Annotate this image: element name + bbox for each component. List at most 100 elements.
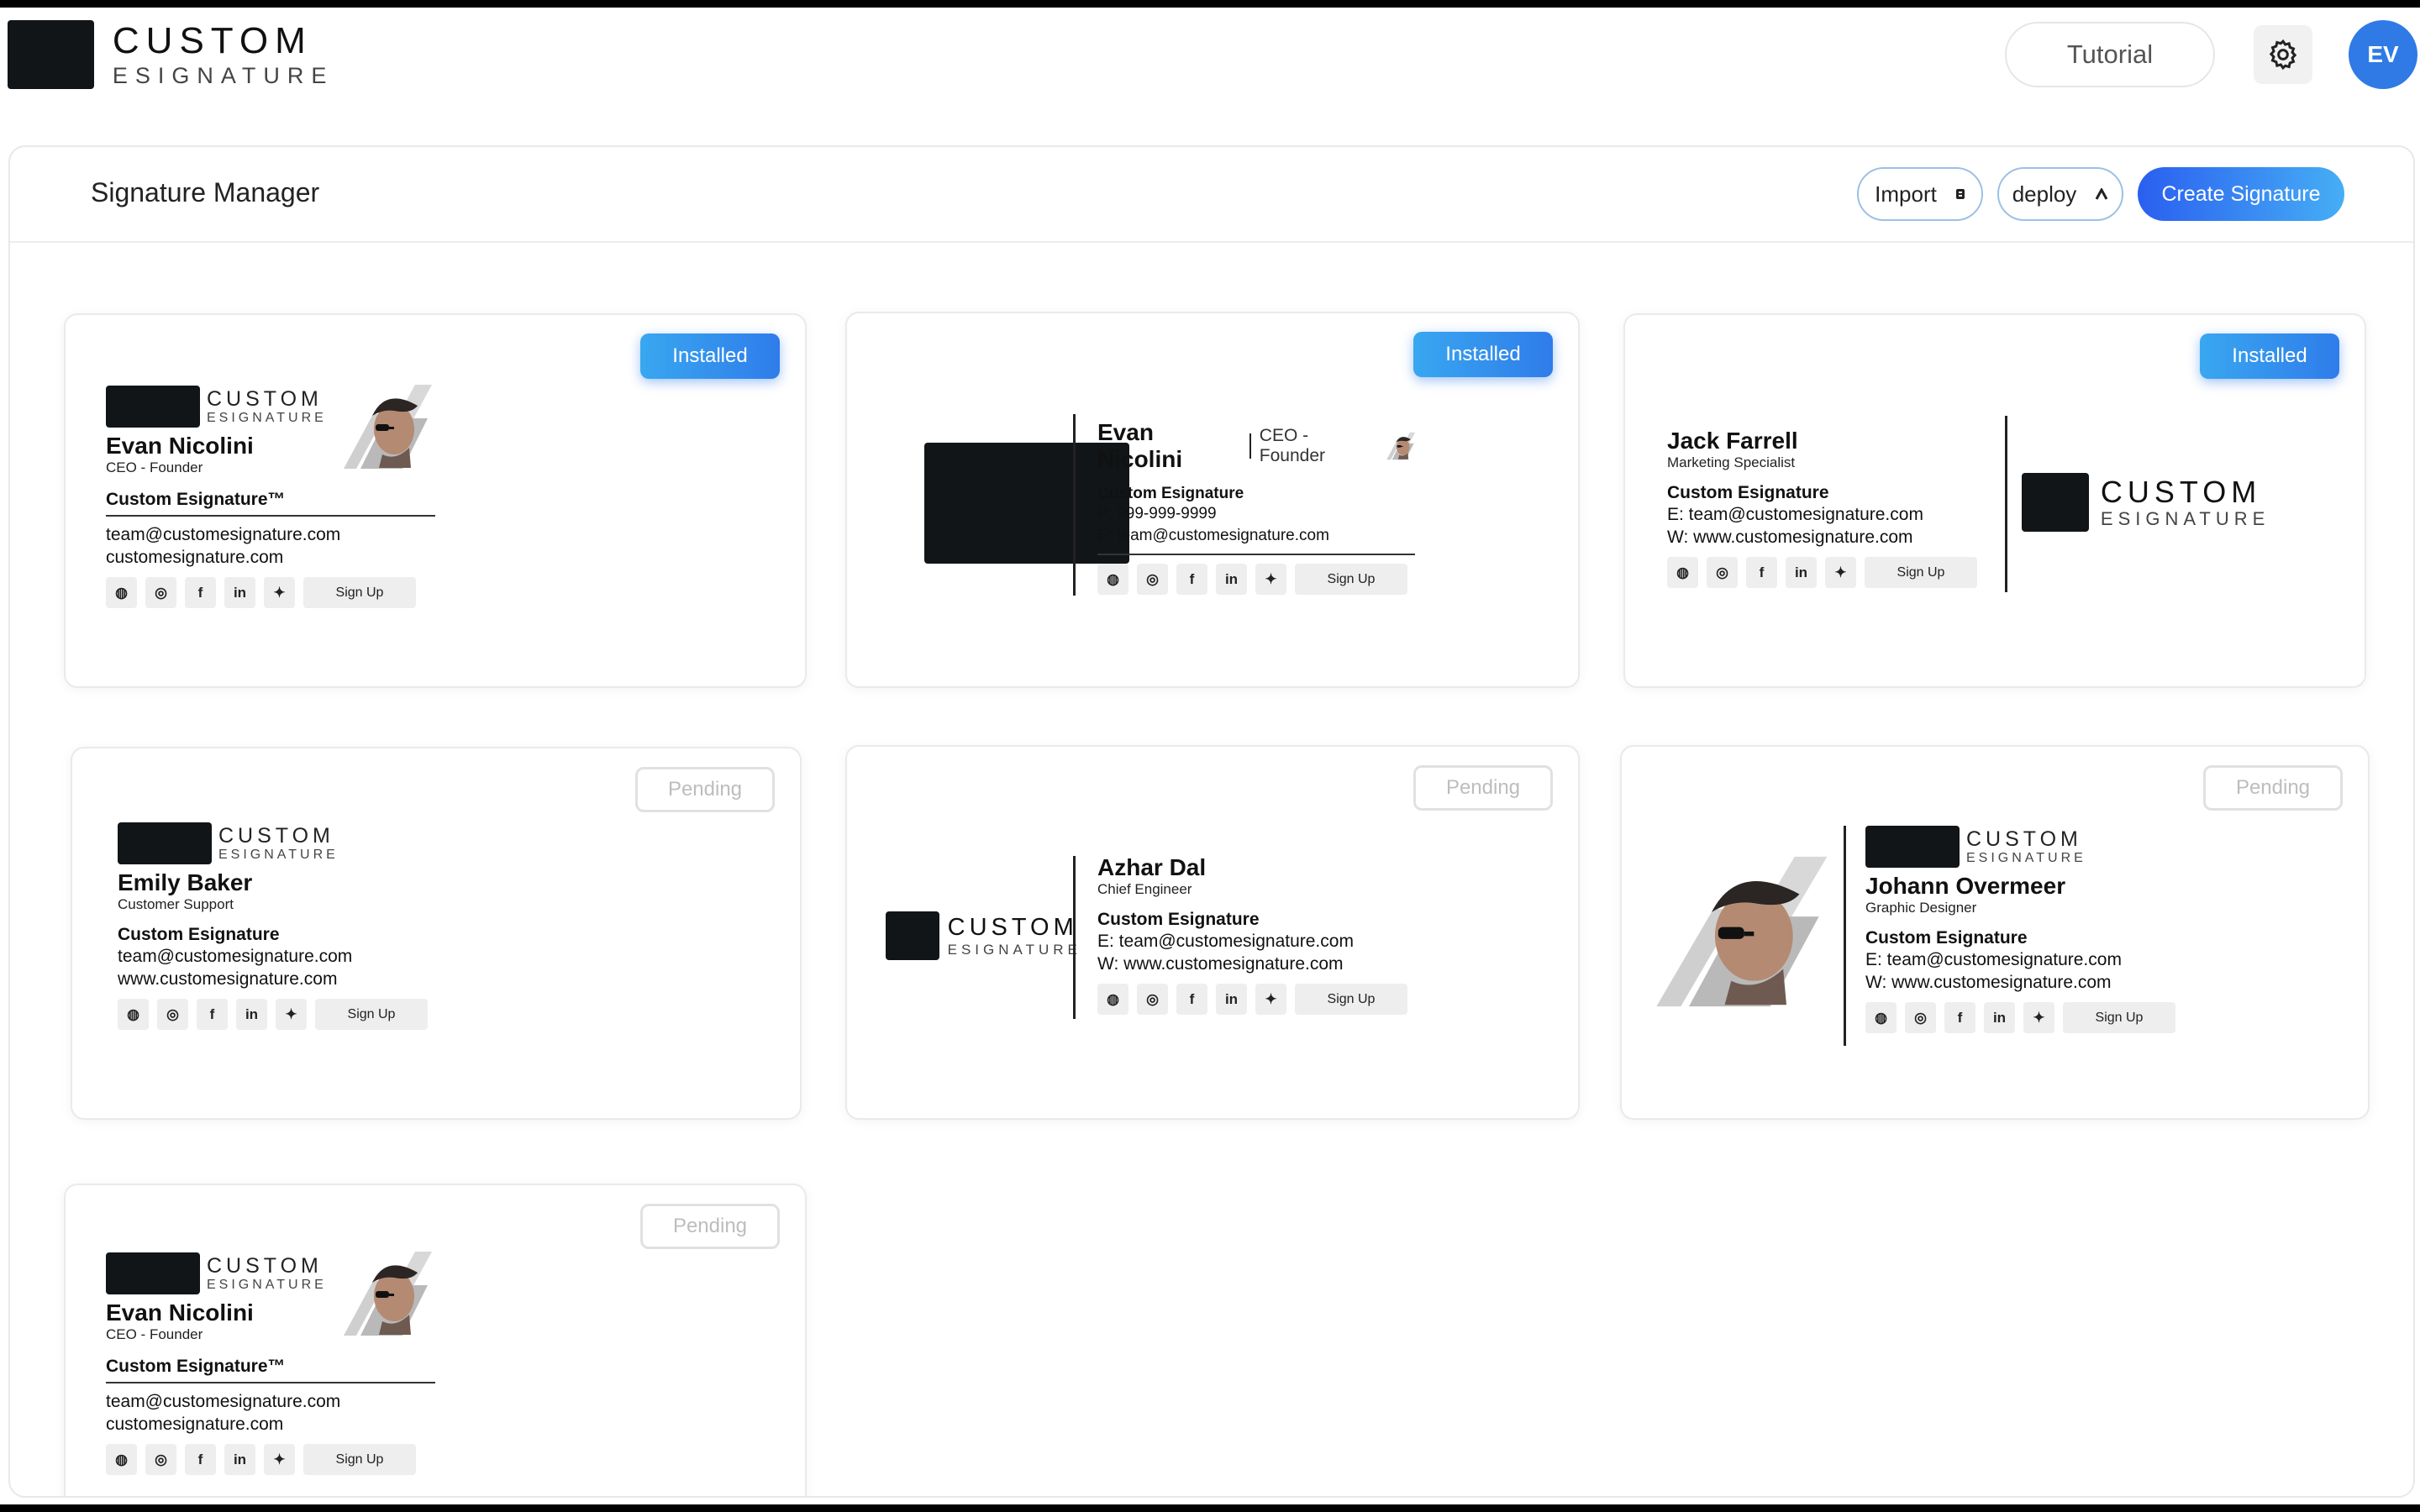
signature-line-1: P: 999-999-9999: [1097, 505, 1217, 522]
facebook-icon[interactable]: f: [197, 999, 228, 1030]
instagram-icon[interactable]: ◎: [1137, 564, 1168, 595]
social-links: ◍ ◎ f in ✦ Sign Up: [1865, 1002, 2202, 1033]
twitter-icon[interactable]: ✦: [264, 1444, 295, 1475]
sign-up-button[interactable]: Sign Up: [1295, 564, 1407, 595]
panel-header: Signature Manager Import deploy Create S…: [10, 147, 2413, 243]
signature-line-1: E: team@customesignature.com: [1667, 505, 1923, 524]
divider: [1097, 554, 1415, 555]
globe-icon[interactable]: ◍: [106, 577, 137, 608]
logo-text-custom: CUSTOM: [112, 19, 313, 61]
logo-mark-icon: [106, 386, 200, 428]
import-button[interactable]: Import: [1857, 167, 1983, 221]
page-title: Signature Manager: [91, 177, 320, 207]
instagram-icon[interactable]: ◎: [157, 999, 188, 1030]
twitter-icon[interactable]: ✦: [1255, 984, 1286, 1015]
logo-text-custom: CUSTOM: [1966, 827, 2082, 851]
instagram-icon[interactable]: ◎: [145, 577, 176, 608]
linkedin-icon[interactable]: in: [1984, 1002, 2015, 1033]
signature-card[interactable]: Installed Jack Farrell Marketing Special…: [1623, 313, 2366, 688]
divider: [1844, 826, 1846, 1046]
twitter-icon[interactable]: ✦: [1255, 564, 1286, 595]
social-links: ◍ ◎ f in ✦ Sign Up: [106, 577, 442, 608]
linkedin-icon[interactable]: in: [224, 1444, 255, 1475]
user-avatar[interactable]: EV: [2349, 20, 2417, 89]
signature-line-2: E: team@customesignature.com: [1097, 527, 1329, 544]
status-badge: Installed: [640, 333, 780, 379]
linkedin-icon[interactable]: in: [224, 577, 255, 608]
divider: [1073, 856, 1076, 1019]
signature-company: Custom Esignature™: [106, 1357, 286, 1376]
instagram-icon[interactable]: ◎: [1707, 557, 1738, 588]
app-logo[interactable]: CUSTOM ESIGNATURE: [8, 20, 326, 89]
facebook-icon[interactable]: f: [1746, 557, 1777, 588]
import-icon: [1955, 189, 1965, 199]
signature-card[interactable]: Installed Evan Nicolini CEO - Founder Cu…: [845, 312, 1580, 688]
signature-line-1: team@customesignature.com: [106, 525, 341, 544]
globe-icon[interactable]: ◍: [1097, 984, 1128, 1015]
linkedin-icon[interactable]: in: [1216, 984, 1247, 1015]
deploy-button[interactable]: deploy: [1997, 167, 2123, 221]
facebook-icon[interactable]: f: [185, 577, 216, 608]
signature-manager-panel: Signature Manager Import deploy Create S…: [8, 145, 2415, 1498]
globe-icon[interactable]: ◍: [1667, 557, 1698, 588]
facebook-icon[interactable]: f: [1176, 984, 1207, 1015]
signature-logo: CUSTOM ESIGNATURE: [1865, 826, 2202, 868]
signature-company: Custom Esignature: [118, 925, 280, 944]
logo-text-esignature: ESIGNATURE: [947, 941, 1081, 958]
divider: [1073, 414, 1076, 596]
linkedin-icon[interactable]: in: [1216, 564, 1247, 595]
instagram-icon[interactable]: ◎: [1137, 984, 1168, 1015]
signature-card[interactable]: Pending CUSTOM ESIGNATURE Azhar Dal Chief…: [845, 745, 1580, 1120]
sign-up-button[interactable]: Sign Up: [2063, 1002, 2175, 1033]
logo-mark-icon: [118, 822, 212, 864]
signature-card[interactable]: Pending CUSTOM ESIGNATURE Evan Nicolini C…: [64, 1184, 807, 1496]
globe-icon[interactable]: ◍: [1865, 1002, 1897, 1033]
linkedin-icon[interactable]: in: [236, 999, 267, 1030]
signature-card[interactable]: Pending CUSTOM ESIGNATURE Emily Baker Cus…: [71, 747, 802, 1120]
create-signature-button[interactable]: Create Signature: [2138, 167, 2344, 221]
deploy-label: deploy: [2012, 181, 2077, 207]
signature-role: Chief Engineer: [1097, 881, 1192, 897]
sign-up-button[interactable]: Sign Up: [1295, 984, 1407, 1015]
linkedin-icon[interactable]: in: [1786, 557, 1817, 588]
globe-icon[interactable]: ◍: [118, 999, 149, 1030]
signature-card[interactable]: Installed CUSTOM ESIGNATURE Evan Nicolini…: [64, 313, 807, 688]
facebook-icon[interactable]: f: [1176, 564, 1207, 595]
sign-up-button[interactable]: Sign Up: [1865, 557, 1977, 588]
sign-up-button[interactable]: Sign Up: [315, 999, 428, 1030]
signature-company: Custom Esignature: [1097, 485, 1244, 502]
logo-text-custom: CUSTOM: [2100, 474, 2262, 509]
profile-photo: [334, 1247, 437, 1340]
facebook-icon[interactable]: f: [1944, 1002, 1975, 1033]
social-links: ◍ ◎ f in ✦ Sign Up: [1097, 984, 1417, 1015]
status-badge: Installed: [1413, 332, 1553, 377]
chevron-up-icon: [2095, 188, 2108, 200]
facebook-icon[interactable]: f: [185, 1444, 216, 1475]
logo-text-custom: CUSTOM: [207, 1253, 323, 1278]
social-links: ◍ ◎ f in ✦ Sign Up: [1667, 557, 1986, 588]
signature-role: Graphic Designer: [1865, 900, 1977, 916]
signature-name: Evan Nicolini: [1097, 419, 1183, 472]
sign-up-button[interactable]: Sign Up: [303, 577, 416, 608]
divider: [2005, 416, 2007, 592]
instagram-icon[interactable]: ◎: [1905, 1002, 1936, 1033]
twitter-icon[interactable]: ✦: [2023, 1002, 2054, 1033]
globe-icon[interactable]: ◍: [106, 1444, 137, 1475]
instagram-icon[interactable]: ◎: [145, 1444, 176, 1475]
twitter-icon[interactable]: ✦: [276, 999, 307, 1030]
tutorial-button[interactable]: Tutorial: [2005, 22, 2215, 87]
signature-card[interactable]: Pending CUSTOM ESIGNATURE Johann Overmeer…: [1620, 745, 2370, 1120]
logo-mark-icon: [2022, 473, 2089, 532]
profile-photo: [334, 381, 437, 473]
signature-logo: CUSTOM ESIGNATURE: [886, 911, 1077, 960]
signature-name: Emily Baker: [118, 869, 253, 895]
settings-button[interactable]: [2254, 25, 2312, 84]
status-badge: Pending: [640, 1204, 780, 1249]
signature-line-2: W: www.customesignature.com: [1667, 528, 1913, 547]
logo-text-esignature: ESIGNATURE: [112, 62, 334, 88]
twitter-icon[interactable]: ✦: [264, 577, 295, 608]
globe-icon[interactable]: ◍: [1097, 564, 1128, 595]
twitter-icon[interactable]: ✦: [1825, 557, 1856, 588]
signature-company: Custom Esignature: [1865, 928, 2028, 948]
sign-up-button[interactable]: Sign Up: [303, 1444, 416, 1475]
